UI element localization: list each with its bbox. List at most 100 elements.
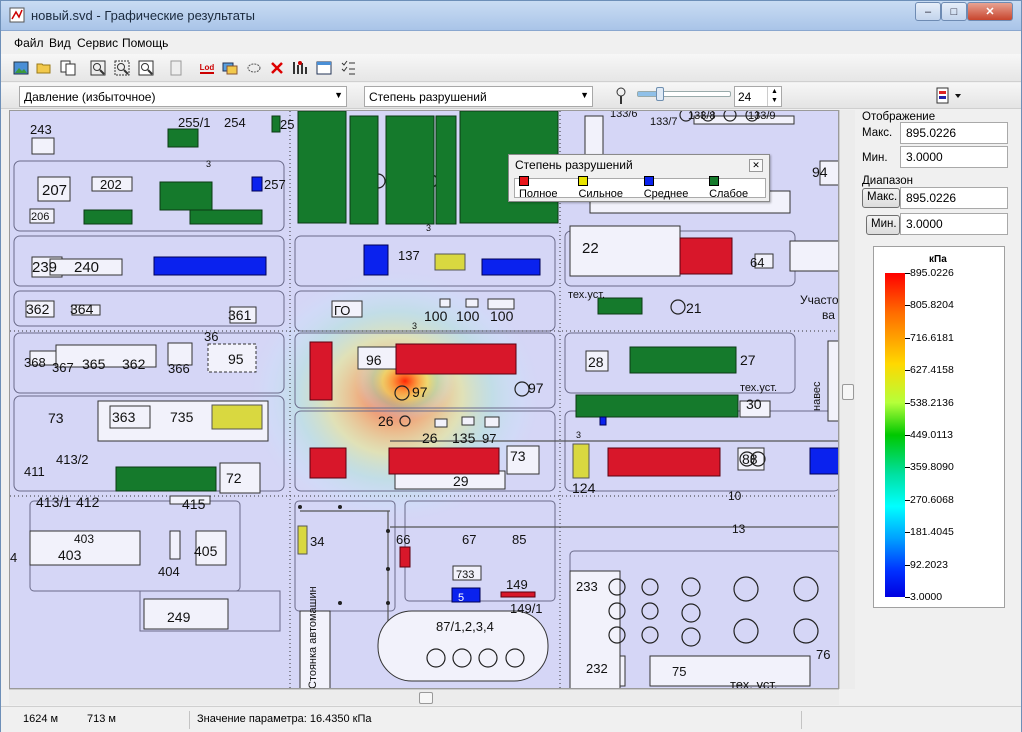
range-max-button[interactable]: Макс. <box>862 188 900 208</box>
damage-mode-select[interactable]: Степень разрушений ▼ <box>364 86 593 107</box>
map-label: 149/1 <box>510 601 543 616</box>
map-label: 362 <box>122 356 146 372</box>
damage-legend[interactable]: Степень разрушений ✕ Полное Сильное Средне… <box>508 154 770 202</box>
map-label: 233 <box>576 579 598 594</box>
layers-icon[interactable] <box>221 59 239 77</box>
map-label: 29 <box>453 473 469 489</box>
range-max-field[interactable]: 895.0226 <box>900 187 1008 209</box>
map-label: 239 <box>32 259 57 276</box>
lod-icon[interactable]: Lod <box>197 59 217 77</box>
checklist-icon[interactable] <box>339 59 357 77</box>
map-label: 735 <box>170 409 194 425</box>
min-field[interactable]: 3.0000 <box>900 146 1008 168</box>
map-label: 26 <box>422 430 438 446</box>
max-field[interactable]: 895.0226 <box>900 122 1008 144</box>
map-label: 149 <box>506 577 528 592</box>
title-bar: новый.svd - Графические результаты – □ ✕ <box>1 1 1021 31</box>
copy-icon[interactable] <box>59 59 77 77</box>
map-label: 3 <box>412 321 417 331</box>
vertical-scroll-thumb[interactable] <box>842 384 854 400</box>
map-label: 85 <box>512 532 526 547</box>
table-icon[interactable] <box>315 59 333 77</box>
status-value: Значение параметра: 16.4350 кПа <box>197 713 372 725</box>
map-label: 10 <box>728 489 742 503</box>
map-label: 243 <box>30 122 52 137</box>
status-separator <box>189 711 190 729</box>
chevron-down-icon: ▼ <box>580 90 589 100</box>
parameter-select-value: Давление (избыточное) <box>24 90 156 104</box>
map-label: 254 <box>224 115 246 130</box>
colorbar-tick-label: 181.4045 <box>910 526 954 539</box>
horizontal-scroll-thumb[interactable] <box>419 692 433 704</box>
legend-label: Слабое <box>709 188 749 200</box>
map-label: тех. уст. <box>730 677 777 689</box>
map-label: 361 <box>228 307 252 323</box>
legend-swatch <box>578 176 589 186</box>
map-label: 36 <box>204 329 218 344</box>
map-label: ва <box>822 308 835 322</box>
map-label: 255/1 <box>178 115 211 130</box>
map-label: 415 <box>182 496 206 512</box>
map-label: 413/1 <box>36 494 71 510</box>
map-label: 87/1,2,3,4 <box>436 619 494 634</box>
open-folder-icon[interactable] <box>35 59 53 77</box>
legend-title: Степень разрушений <box>515 158 633 172</box>
map-label: 404 <box>158 564 180 579</box>
app-icon <box>9 7 25 23</box>
horizontal-scrollbar[interactable] <box>9 689 839 705</box>
vertical-scrollbar[interactable] <box>839 110 855 689</box>
map-label: Участо <box>800 293 839 307</box>
map-label: 67 <box>462 532 476 547</box>
map-label: 34 <box>310 534 324 549</box>
zoom-fit-icon[interactable] <box>89 59 107 77</box>
map-label: 364 <box>70 301 94 317</box>
menu-help[interactable]: Помощь <box>122 36 168 50</box>
level-slider[interactable] <box>637 91 731 97</box>
image-icon[interactable] <box>12 59 30 77</box>
range-min-field[interactable]: 3.0000 <box>900 213 1008 235</box>
map-label: ГО <box>334 303 350 318</box>
map-label: 75 <box>672 664 686 679</box>
map-label: 5 <box>458 592 464 604</box>
level-spinbox[interactable]: 24 ▲ ▼ <box>734 86 782 107</box>
map-label: 13 <box>732 522 746 536</box>
close-button[interactable]: ✕ <box>967 2 1013 21</box>
colorbar-tick-label: 538.2136 <box>910 396 954 409</box>
map-label: 73 <box>510 448 526 464</box>
export-icon[interactable] <box>935 87 965 105</box>
document-icon[interactable] <box>167 59 185 77</box>
legend-item: Полное <box>519 176 568 200</box>
colorbar-tick-label: 270.6068 <box>910 493 954 506</box>
colorbar-tick-label: 895.0226 <box>910 267 954 279</box>
grid-icon[interactable] <box>291 59 309 77</box>
map-label: 97 <box>412 384 428 400</box>
lasso-icon[interactable] <box>245 59 263 77</box>
maximize-button[interactable]: □ <box>941 2 967 21</box>
parameter-select[interactable]: Давление (избыточное) ▼ <box>19 86 347 107</box>
range-min-button[interactable]: Мин. <box>866 215 900 235</box>
delete-icon[interactable] <box>268 59 286 77</box>
minimize-button[interactable]: – <box>915 2 941 21</box>
map-label: 25 <box>280 117 294 132</box>
map-label: 4 <box>10 550 17 565</box>
slider-thumb[interactable] <box>655 87 664 101</box>
map-label: 133/6 <box>610 111 638 120</box>
map-label: 367 <box>52 360 74 375</box>
menu-view[interactable]: Вид <box>49 36 71 50</box>
zoom-window-icon[interactable] <box>113 59 131 77</box>
map-label: 28 <box>588 354 604 370</box>
app-window: новый.svd - Графические результаты – □ ✕… <box>0 0 1022 732</box>
colorbar-gradient <box>885 273 905 597</box>
map-label: 73 <box>48 410 64 426</box>
spin-arrows[interactable]: ▲ ▼ <box>767 87 781 106</box>
legend-swatch <box>709 176 720 186</box>
menu-service[interactable]: Сервис <box>77 36 118 50</box>
legend-close-button[interactable]: ✕ <box>749 159 763 172</box>
zoom-icon[interactable] <box>137 59 155 77</box>
menu-file[interactable]: Файл <box>14 36 44 50</box>
max-label: Макс. <box>862 127 893 139</box>
map-label: 30 <box>746 396 762 412</box>
map-label: 100 <box>490 308 514 324</box>
map-label: 66 <box>396 532 410 547</box>
map-label: 363 <box>112 409 136 425</box>
